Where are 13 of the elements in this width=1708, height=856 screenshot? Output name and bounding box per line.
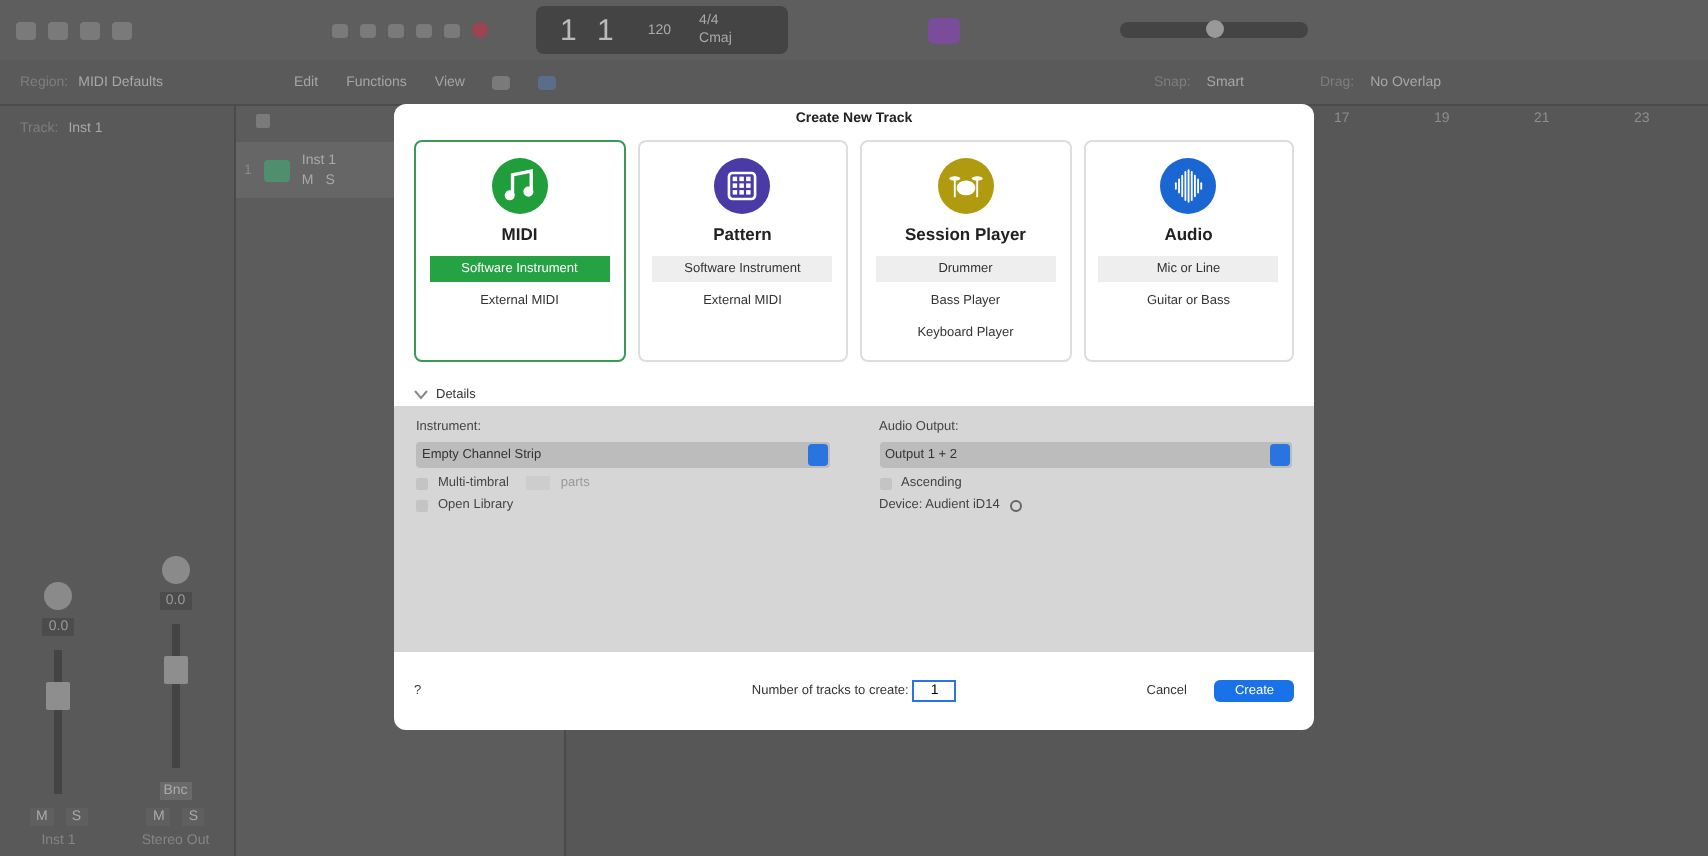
track-type-title: Session Player: [905, 224, 1026, 244]
grid-view-icon[interactable]: [538, 75, 557, 89]
disclosure-icon[interactable]: [414, 390, 428, 400]
record-icon[interactable]: [472, 22, 488, 38]
track-type-title: Audio: [1164, 224, 1213, 244]
pan-knob[interactable]: [44, 582, 73, 610]
master-volume-slider[interactable]: [1205, 20, 1223, 38]
track-type-title: MIDI: [501, 224, 538, 244]
list-view-icon[interactable]: [492, 75, 511, 89]
pan-knob[interactable]: [161, 556, 190, 584]
count-in-icon[interactable]: [928, 17, 960, 43]
track-type-title: Pattern: [713, 224, 772, 244]
position-display: 1 1: [560, 13, 620, 47]
